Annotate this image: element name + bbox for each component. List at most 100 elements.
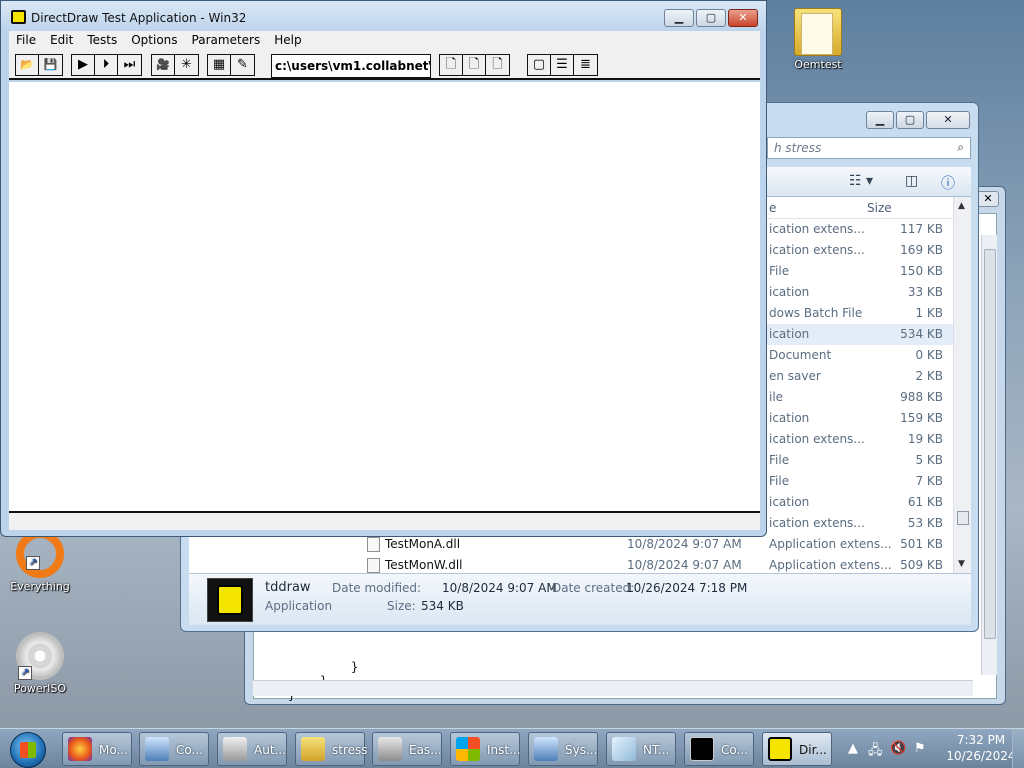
file-name: TestMonA.dll bbox=[385, 537, 461, 551]
column-type-header[interactable]: e bbox=[769, 201, 776, 215]
close-icon: ✕ bbox=[983, 192, 993, 205]
menu-file[interactable]: File bbox=[9, 31, 43, 50]
run-button-group: ▶ ⏵ ⏭ bbox=[71, 54, 142, 76]
title-bar[interactable]: DirectDraw Test Application - Win32 ▁ ▢ … bbox=[1, 1, 766, 31]
task-console[interactable]: Co... bbox=[684, 732, 754, 766]
sparkle-icon: ✳ bbox=[181, 57, 192, 72]
view-button-2[interactable]: ☰ bbox=[551, 55, 574, 75]
search-input[interactable]: h stress ⌕ bbox=[767, 137, 971, 159]
file-date: 10/8/2024 9:07 AM bbox=[627, 537, 742, 551]
page-button-1[interactable]: 🗋 bbox=[440, 55, 463, 75]
task-easy[interactable]: Eas... bbox=[372, 732, 442, 766]
notepad-icon bbox=[612, 737, 636, 761]
file-type: ication bbox=[769, 495, 810, 509]
open-folder-icon: 📂 bbox=[20, 58, 34, 71]
disc-icon: ↗ bbox=[16, 632, 64, 680]
help-icon[interactable]: ⓘ bbox=[941, 173, 955, 193]
maximize-button[interactable]: ▢ bbox=[696, 9, 726, 27]
task-install[interactable]: Inst... bbox=[450, 732, 521, 766]
desktop-icon-poweriso[interactable]: ↗ PowerISO bbox=[0, 632, 80, 695]
preview-pane-icon[interactable]: ◫ bbox=[905, 173, 918, 189]
run-button[interactable]: ▶ bbox=[72, 55, 95, 75]
clock[interactable]: 7:32 PM 10/26/2024 bbox=[946, 732, 1016, 764]
search-icon[interactable]: ⌕ bbox=[957, 140, 964, 155]
close-button[interactable]: ✕ bbox=[926, 111, 970, 129]
task-computer[interactable]: Co... bbox=[139, 732, 209, 766]
run-all-button[interactable]: ⏭ bbox=[118, 55, 141, 75]
task-nt[interactable]: NT... bbox=[606, 732, 676, 766]
start-button[interactable] bbox=[2, 730, 54, 768]
task-directdraw[interactable]: Dir... bbox=[762, 732, 832, 766]
page-icon: 🗋 bbox=[492, 57, 503, 72]
detail-name: tddraw bbox=[265, 580, 311, 595]
task-stress-folder[interactable]: stress bbox=[295, 732, 368, 766]
file-type: ication extens... bbox=[769, 243, 865, 257]
scrollbar-thumb[interactable] bbox=[984, 249, 996, 639]
desktop-icon-oemtest[interactable]: Oemtest bbox=[778, 8, 858, 71]
file-size: 117 KB bbox=[900, 222, 943, 236]
minimize-button[interactable]: ▁ bbox=[664, 9, 694, 27]
show-desktop-button[interactable] bbox=[1012, 729, 1024, 768]
app-icon[interactable] bbox=[11, 10, 26, 24]
close-button[interactable]: ✕ bbox=[977, 191, 999, 207]
directdraw-test-window[interactable]: DirectDraw Test Application - Win32 ▁ ▢ … bbox=[0, 0, 767, 537]
vertical-scrollbar[interactable] bbox=[981, 235, 997, 675]
window-title: DirectDraw Test Application - Win32 bbox=[31, 11, 247, 25]
task-system[interactable]: Sys... bbox=[528, 732, 598, 766]
menu-tests[interactable]: Tests bbox=[80, 31, 124, 50]
menu-options[interactable]: Options bbox=[124, 31, 184, 50]
file-type: dows Batch File bbox=[769, 306, 863, 320]
file-size: 1 KB bbox=[915, 306, 943, 320]
scroll-up-icon[interactable]: ▲ bbox=[958, 201, 965, 211]
path-input[interactable]: c:\users\vm1.collabnet\c bbox=[271, 54, 431, 78]
page-button-2[interactable]: 🗋 bbox=[463, 55, 486, 75]
clock-date: 10/26/2024 bbox=[946, 749, 1016, 763]
drawing-canvas[interactable] bbox=[9, 82, 760, 511]
detail-size-value: 534 KB bbox=[421, 599, 464, 613]
horizontal-scrollbar[interactable] bbox=[253, 680, 973, 696]
menu-edit[interactable]: Edit bbox=[43, 31, 80, 50]
network-icon[interactable]: 🖧 bbox=[868, 741, 883, 763]
minimize-button[interactable]: ▁ bbox=[866, 111, 894, 129]
vertical-scrollbar[interactable]: ▲ ▼ bbox=[953, 197, 971, 573]
close-icon: ✕ bbox=[738, 11, 748, 24]
file-type: ication bbox=[769, 327, 810, 341]
task-autorun[interactable]: Aut... bbox=[217, 732, 287, 766]
task-label: stress bbox=[332, 743, 368, 757]
volume-muted-icon[interactable]: 🔇 bbox=[890, 741, 906, 756]
scrollbar-thumb[interactable] bbox=[957, 511, 969, 525]
close-button[interactable]: ✕ bbox=[728, 9, 758, 27]
task-label: NT... bbox=[643, 743, 670, 757]
open-button[interactable]: 📂 bbox=[16, 55, 39, 75]
detail-view-icon: ≣ bbox=[580, 57, 591, 72]
maximize-button[interactable]: ▢ bbox=[896, 111, 924, 129]
step-icon: ⏵ bbox=[102, 57, 110, 72]
maximize-icon: ▢ bbox=[904, 113, 916, 126]
action-center-flag-icon[interactable]: ⚑ bbox=[914, 741, 926, 756]
menu-parameters[interactable]: Parameters bbox=[185, 31, 268, 50]
page-button-3[interactable]: 🗋 bbox=[486, 55, 509, 75]
step-button[interactable]: ⏵ bbox=[95, 55, 118, 75]
file-size: 2 KB bbox=[915, 369, 943, 383]
view-button-1[interactable]: ▢ bbox=[528, 55, 551, 75]
record-button[interactable]: 🎥 bbox=[152, 55, 175, 75]
clear-button[interactable]: ✳ bbox=[175, 55, 198, 75]
layout-button[interactable]: ▦ bbox=[208, 55, 231, 75]
edit-button[interactable]: ✎ bbox=[231, 55, 254, 75]
menu-help[interactable]: Help bbox=[267, 31, 308, 50]
page-icon: 🗋 bbox=[468, 57, 480, 72]
save-button[interactable]: 💾 bbox=[39, 55, 62, 75]
column-size-header[interactable]: Size bbox=[867, 201, 892, 215]
scroll-down-icon[interactable]: ▼ bbox=[958, 559, 965, 569]
file-type: en saver bbox=[769, 369, 821, 383]
task-firefox[interactable]: Mo... bbox=[62, 732, 132, 766]
dll-file-icon bbox=[367, 537, 380, 552]
table-row[interactable]: TestMonA.dll 10/8/2024 9:07 AM Application… bbox=[189, 534, 953, 555]
dll-file-icon bbox=[367, 558, 380, 573]
desktop-icon-everything[interactable]: ↗ Everything bbox=[0, 530, 80, 593]
show-hidden-icons-icon[interactable]: ▲ bbox=[848, 741, 858, 756]
view-options-icon[interactable]: ☷ ▾ bbox=[849, 173, 873, 189]
task-label: Sys... bbox=[565, 743, 598, 757]
file-size: 61 KB bbox=[907, 495, 943, 509]
view-button-3[interactable]: ≣ bbox=[574, 55, 597, 75]
